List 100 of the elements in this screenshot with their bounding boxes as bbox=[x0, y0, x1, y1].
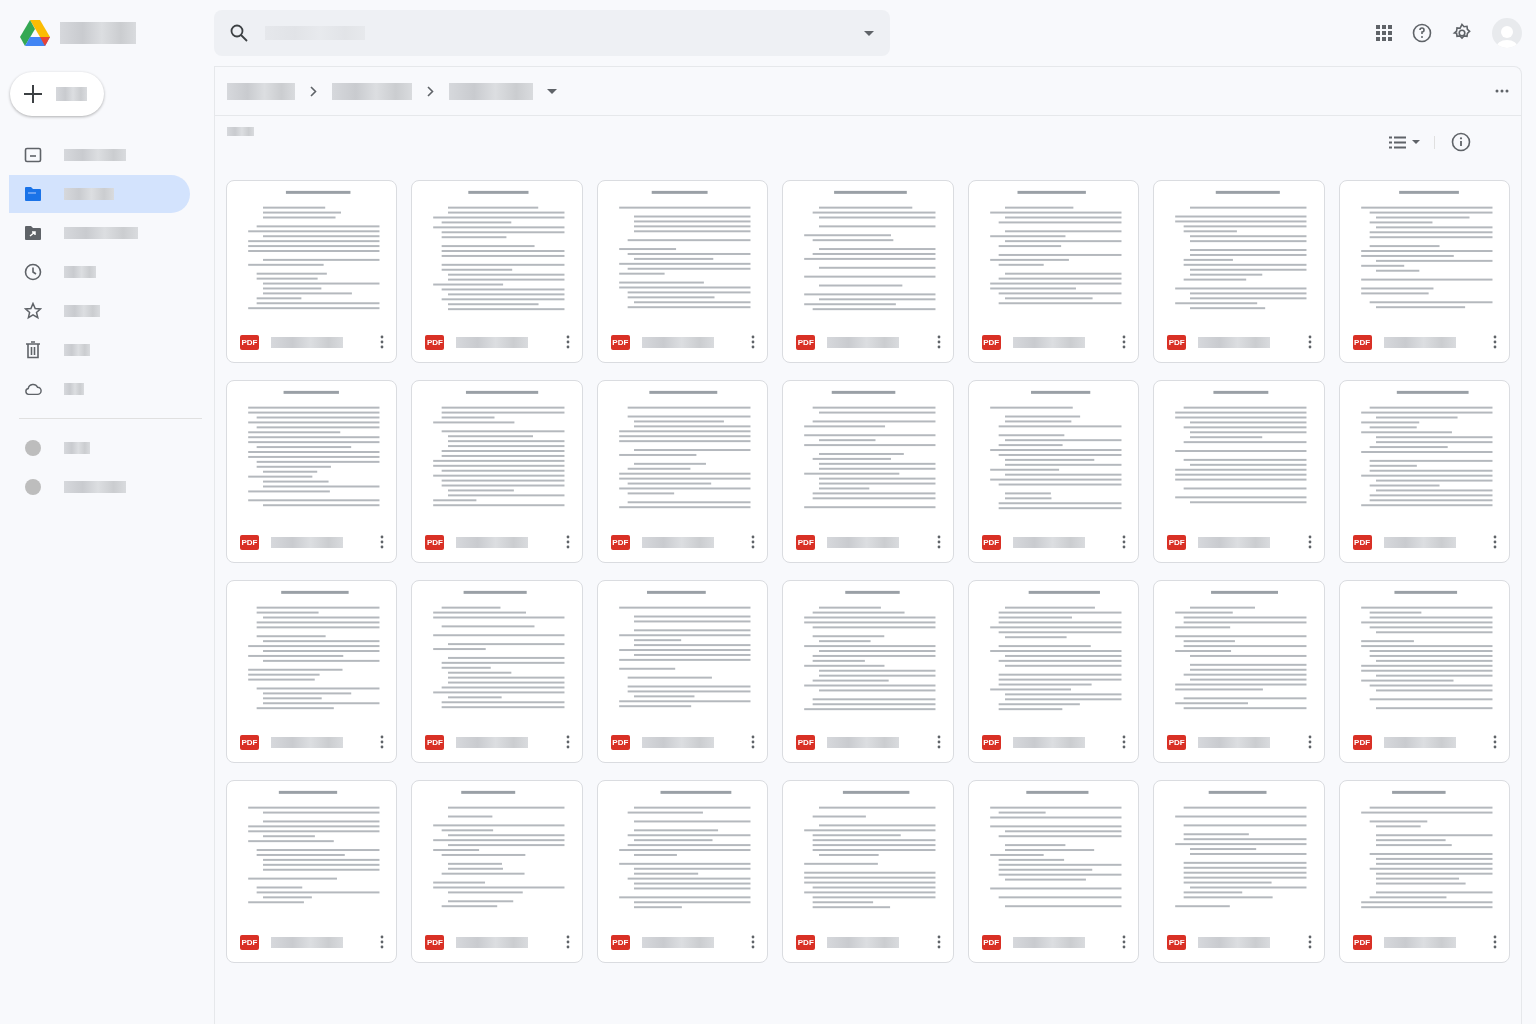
more-menu-button[interactable] bbox=[380, 935, 385, 949]
file-card[interactable]: PDF bbox=[596, 380, 769, 563]
more-options-button[interactable] bbox=[1495, 89, 1509, 93]
folder-icon bbox=[24, 225, 42, 241]
list-icon bbox=[1389, 135, 1406, 149]
file-card[interactable]: PDF bbox=[596, 580, 769, 763]
plus-icon bbox=[24, 85, 42, 103]
pdf-badge: PDF bbox=[1352, 534, 1372, 550]
file-card[interactable]: PDF bbox=[411, 180, 583, 363]
pdf-badge: PDF bbox=[1352, 334, 1372, 350]
trash-icon bbox=[25, 341, 41, 359]
more-menu-button[interactable] bbox=[751, 935, 756, 949]
redacted-text bbox=[64, 266, 96, 278]
pdf-badge: PDF bbox=[425, 534, 445, 550]
dropdown-arrow-icon bbox=[864, 30, 874, 36]
file-card[interactable]: PDF bbox=[226, 180, 398, 363]
more-menu-button[interactable] bbox=[565, 335, 570, 349]
pdf-badge: PDF bbox=[796, 334, 816, 350]
redacted-text bbox=[271, 536, 343, 548]
search-icon bbox=[230, 24, 248, 42]
more-menu-button[interactable] bbox=[1493, 735, 1497, 749]
file-card[interactable]: PDF bbox=[596, 180, 769, 363]
dropdown-arrow-icon bbox=[547, 88, 557, 94]
file-card[interactable]: PDF bbox=[1338, 580, 1510, 763]
pdf-badge: PDF bbox=[796, 934, 816, 950]
more-menu-button[interactable] bbox=[1493, 935, 1497, 949]
redacted-text bbox=[64, 442, 90, 454]
chevron-right-icon bbox=[427, 85, 434, 97]
clock-icon bbox=[24, 263, 42, 281]
more-menu-button[interactable] bbox=[1122, 335, 1127, 349]
folder-icon bbox=[24, 186, 42, 202]
file-card[interactable]: PDF bbox=[1153, 580, 1325, 763]
more-menu-button[interactable] bbox=[1307, 935, 1312, 949]
redacted-text bbox=[56, 87, 87, 101]
more-menu-button[interactable] bbox=[751, 335, 756, 349]
file-card[interactable]: PDF bbox=[226, 380, 398, 563]
redacted-text bbox=[64, 305, 100, 317]
more-menu-button[interactable] bbox=[1307, 535, 1312, 549]
file-card[interactable]: PDF bbox=[1338, 380, 1510, 563]
pdf-badge: PDF bbox=[981, 734, 1001, 750]
star-icon bbox=[24, 302, 42, 320]
redacted-text bbox=[64, 188, 114, 200]
pdf-badge: PDF bbox=[981, 534, 1001, 550]
pdf-badge: PDF bbox=[425, 934, 445, 950]
list-view-button[interactable] bbox=[1389, 135, 1435, 149]
more-menu-button[interactable] bbox=[1307, 335, 1312, 349]
redacted-text bbox=[64, 481, 126, 493]
more-menu-button[interactable] bbox=[1122, 735, 1127, 749]
more-menu-button[interactable] bbox=[380, 335, 385, 349]
sidebar-item[interactable] bbox=[9, 175, 190, 213]
pdf-badge: PDF bbox=[1167, 734, 1187, 750]
file-card[interactable]: PDF bbox=[782, 580, 954, 763]
file-card[interactable]: PDF bbox=[1153, 180, 1325, 363]
more-menu-button[interactable] bbox=[751, 535, 756, 549]
redacted-text bbox=[271, 736, 343, 748]
more-menu-button[interactable] bbox=[936, 935, 941, 949]
redacted-text bbox=[64, 344, 90, 356]
more-menu-button[interactable] bbox=[1307, 735, 1312, 749]
pdf-badge: PDF bbox=[240, 534, 259, 550]
more-menu-button[interactable] bbox=[1493, 535, 1497, 549]
more-menu-button[interactable] bbox=[565, 935, 570, 949]
more-menu-button[interactable] bbox=[1122, 535, 1127, 549]
file-card[interactable]: PDF bbox=[967, 580, 1140, 763]
more-menu-button[interactable] bbox=[565, 535, 570, 549]
file-card[interactable]: PDF bbox=[1338, 180, 1510, 363]
more-menu-button[interactable] bbox=[1493, 335, 1497, 349]
more-menu-button[interactable] bbox=[1122, 935, 1127, 949]
file-card[interactable]: PDF bbox=[411, 780, 583, 963]
file-card[interactable]: PDF bbox=[967, 780, 1140, 963]
file-card[interactable]: PDF bbox=[1153, 380, 1325, 563]
more-menu-button[interactable] bbox=[936, 335, 941, 349]
pdf-badge: PDF bbox=[610, 934, 630, 950]
search-field[interactable] bbox=[214, 10, 890, 56]
dropdown-arrow-icon bbox=[1412, 140, 1420, 144]
file-card[interactable]: PDF bbox=[411, 580, 583, 763]
redacted-text bbox=[227, 127, 254, 136]
more-menu-button[interactable] bbox=[380, 735, 385, 749]
more-menu-button[interactable] bbox=[936, 535, 941, 549]
file-card[interactable]: PDF bbox=[226, 780, 398, 963]
more-menu-button[interactable] bbox=[751, 735, 756, 749]
drive-logo-icon bbox=[20, 19, 50, 47]
file-card[interactable]: PDF bbox=[596, 780, 769, 963]
file-card[interactable]: PDF bbox=[967, 380, 1140, 563]
file-card[interactable]: PDF bbox=[1153, 780, 1325, 963]
more-menu-button[interactable] bbox=[380, 535, 385, 549]
redacted-text bbox=[64, 149, 126, 161]
help-icon[interactable] bbox=[1412, 23, 1432, 43]
info-button[interactable] bbox=[1451, 132, 1471, 152]
pdf-badge: PDF bbox=[240, 934, 259, 950]
more-menu-button[interactable] bbox=[565, 735, 570, 749]
file-card[interactable]: PDF bbox=[782, 180, 954, 363]
file-card[interactable]: PDF bbox=[967, 180, 1140, 363]
more-menu-button[interactable] bbox=[936, 735, 941, 749]
file-card[interactable]: PDF bbox=[226, 580, 398, 763]
file-card[interactable]: PDF bbox=[1338, 780, 1510, 963]
file-card[interactable]: PDF bbox=[411, 380, 583, 563]
apps-grid-icon[interactable] bbox=[1376, 25, 1392, 41]
dot-icon bbox=[25, 440, 41, 456]
file-card[interactable]: PDF bbox=[782, 780, 954, 963]
file-card[interactable]: PDF bbox=[782, 380, 954, 563]
